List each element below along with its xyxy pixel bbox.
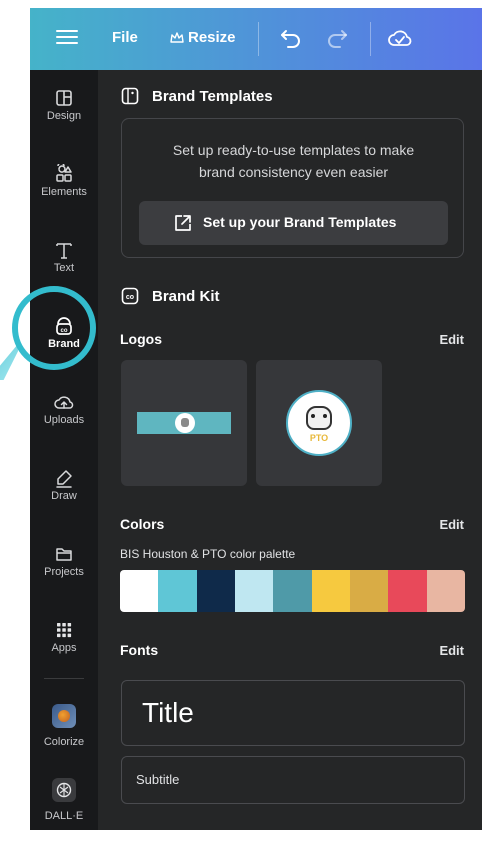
- palette-name: BIS Houston & PTO color palette: [120, 547, 296, 561]
- color-swatch[interactable]: [349, 570, 389, 612]
- external-link-icon: [175, 215, 191, 231]
- sidebar-item-label: Draw: [51, 490, 77, 502]
- color-palette: [120, 570, 465, 612]
- crown-icon: [170, 32, 184, 43]
- pen-icon: [56, 470, 72, 488]
- svg-text:co: co: [126, 294, 134, 301]
- openai-knot-icon: [56, 782, 72, 798]
- cloud-check-icon[interactable]: [387, 26, 413, 50]
- pto-logo-text: PTO: [309, 433, 329, 443]
- sidebar-item-label: Uploads: [43, 414, 85, 426]
- menu-icon[interactable]: [56, 26, 78, 50]
- sidebar-item-label: Elements: [41, 186, 87, 198]
- brand-kit-title: Brand Kit: [152, 288, 220, 305]
- highlight-ring: [12, 286, 96, 370]
- sidebar-item-label: Projects: [44, 566, 84, 578]
- cloud-upload-icon: [54, 396, 74, 409]
- colors-edit-link[interactable]: Edit: [439, 517, 464, 532]
- brand-kit-icon: co: [121, 287, 139, 305]
- left-sidebar: Design Elements Text co Brand Uploads Dr…: [30, 70, 98, 830]
- description-line: Set up ready-to-use templates to make: [172, 142, 415, 158]
- sidebar-item-elements[interactable]: Elements: [30, 160, 98, 228]
- sidebar-divider: [44, 678, 84, 679]
- description-line: brand consistency even easier: [198, 164, 389, 180]
- brand-templates-description: Set up ready-to-use templates to make br…: [122, 139, 465, 183]
- apps-grid-icon: [57, 623, 72, 638]
- logos-edit-link[interactable]: Edit: [439, 332, 464, 347]
- pto-seal-logo: PTO: [286, 390, 352, 456]
- fonts-heading: Fonts: [120, 642, 159, 658]
- logo-card[interactable]: [121, 360, 247, 486]
- sidebar-item-uploads[interactable]: Uploads: [30, 388, 98, 456]
- sidebar-item-colorize[interactable]: Colorize: [30, 702, 98, 770]
- sidebar-item-label: Apps: [51, 642, 77, 654]
- fonts-edit-link[interactable]: Edit: [439, 643, 464, 658]
- brand-templates-icon: [121, 87, 139, 105]
- sidebar-item-design[interactable]: Design: [30, 84, 98, 152]
- redo-icon[interactable]: [326, 26, 348, 50]
- colors-heading: Colors: [120, 516, 165, 532]
- color-swatch[interactable]: [120, 570, 159, 612]
- color-swatch[interactable]: [234, 570, 274, 612]
- banner-logo: [137, 412, 231, 434]
- file-menu[interactable]: File: [112, 29, 138, 46]
- top-toolbar: File Resize: [30, 8, 482, 70]
- color-swatch[interactable]: [311, 570, 350, 612]
- color-swatch[interactable]: [196, 570, 235, 612]
- toolbar-divider: [258, 22, 259, 56]
- brand-panel: Brand Templates Set up ready-to-use temp…: [98, 70, 482, 830]
- setup-brand-templates-label: Set up your Brand Templates: [203, 214, 397, 230]
- sidebar-item-draw[interactable]: Draw: [30, 464, 98, 532]
- brand-templates-card: Set up ready-to-use templates to make br…: [121, 118, 464, 258]
- layout-icon: [56, 90, 72, 106]
- subtitle-font-sample: Subtitle: [136, 772, 180, 787]
- color-swatch[interactable]: [388, 570, 427, 612]
- dalle-app-icon: [52, 778, 76, 802]
- sidebar-item-dalle[interactable]: DALL·E: [30, 776, 98, 844]
- brand-templates-title: Brand Templates: [152, 88, 273, 105]
- title-font-sample: Title: [142, 697, 194, 728]
- toolbar-divider: [370, 22, 371, 56]
- sidebar-item-label: Colorize: [43, 736, 85, 748]
- subtitle-font-card[interactable]: Subtitle: [121, 756, 465, 804]
- sidebar-item-label: Text: [53, 262, 75, 274]
- sidebar-item-label: Design: [46, 110, 82, 122]
- text-icon: [56, 243, 72, 259]
- color-swatch[interactable]: [273, 570, 312, 612]
- color-swatch[interactable]: [426, 570, 465, 612]
- highlight-pointer: [0, 344, 18, 380]
- sidebar-item-apps[interactable]: Apps: [30, 616, 98, 684]
- folder-icon: [56, 548, 72, 561]
- colorize-app-icon: [52, 704, 76, 728]
- title-font-card[interactable]: Title: [121, 680, 465, 746]
- color-swatch[interactable]: [158, 570, 197, 612]
- logo-card[interactable]: PTO: [256, 360, 382, 486]
- logos-heading: Logos: [120, 331, 162, 347]
- sidebar-item-projects[interactable]: Projects: [30, 540, 98, 608]
- undo-icon[interactable]: [280, 26, 302, 50]
- canva-editor: File Resize Design Elements Text co Bran…: [0, 0, 482, 830]
- setup-brand-templates-button[interactable]: Set up your Brand Templates: [139, 201, 448, 245]
- sidebar-item-label: DALL·E: [44, 810, 84, 822]
- resize-button[interactable]: Resize: [188, 29, 236, 46]
- shapes-icon: [56, 164, 72, 182]
